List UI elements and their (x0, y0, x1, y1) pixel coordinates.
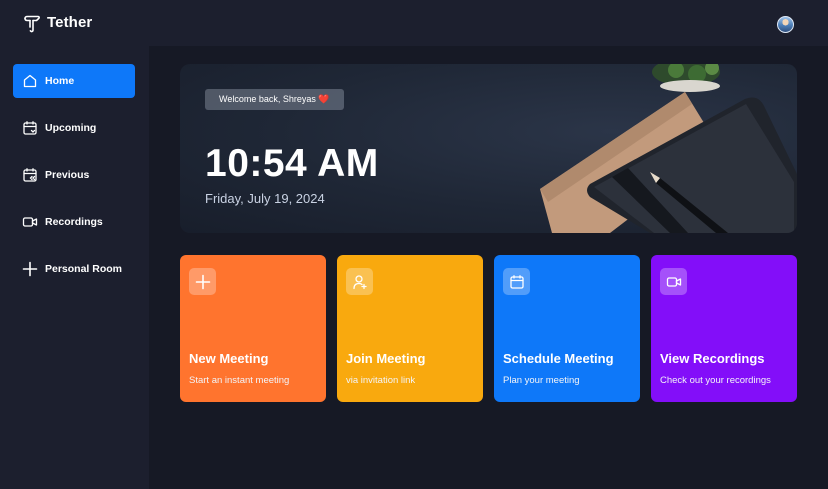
sidebar-item-label: Home (45, 75, 75, 87)
card-title: New Meeting (189, 351, 269, 366)
sidebar: Home Upcoming Previous Recordings Person… (0, 46, 149, 489)
sidebar-item-label: Personal Room (45, 263, 123, 275)
sidebar-item-label: Previous (45, 169, 90, 181)
tether-logo-icon[interactable] (22, 14, 42, 34)
add-user-icon (346, 268, 373, 295)
card-subtitle: Start an instant meeting (189, 375, 290, 386)
hero-banner: Welcome back, Shreyas ❤️ 10:54 AM Friday… (180, 64, 797, 233)
sidebar-item-recordings[interactable]: Recordings (13, 205, 135, 239)
video-icon (660, 268, 687, 295)
plus-icon (189, 268, 216, 295)
card-title: Join Meeting (346, 351, 426, 366)
card-subtitle: via invitation link (346, 375, 416, 386)
calendar-icon (503, 268, 530, 295)
card-subtitle: Plan your meeting (503, 375, 580, 386)
sidebar-item-previous[interactable]: Previous (13, 158, 135, 192)
schedule-meeting-card[interactable]: Schedule Meeting Plan your meeting (494, 255, 640, 402)
app-root: Tether Home Upcoming Previous Recordings… (0, 0, 828, 489)
card-subtitle: Check out your recordings (660, 375, 771, 386)
view-recordings-card[interactable]: View Recordings Check out your recording… (651, 255, 797, 402)
card-title: Schedule Meeting (503, 351, 614, 366)
new-meeting-card[interactable]: New Meeting Start an instant meeting (180, 255, 326, 402)
join-meeting-card[interactable]: Join Meeting via invitation link (337, 255, 483, 402)
current-date: Friday, July 19, 2024 (205, 191, 325, 206)
sidebar-item-home[interactable]: Home (13, 64, 135, 98)
home-icon (22, 73, 38, 89)
calendar-previous-icon (22, 167, 38, 183)
welcome-badge: Welcome back, Shreyas ❤️ (205, 89, 344, 110)
top-navbar: Tether (0, 0, 828, 46)
current-time: 10:54 AM (205, 142, 379, 185)
card-title: View Recordings (660, 351, 765, 366)
brand-name[interactable]: Tether (47, 14, 92, 31)
plus-icon (22, 261, 38, 277)
sidebar-item-personal-room[interactable]: Personal Room (13, 252, 135, 286)
video-icon (22, 214, 38, 230)
calendar-upcoming-icon (22, 120, 38, 136)
sidebar-item-label: Recordings (45, 216, 103, 228)
sidebar-item-label: Upcoming (45, 122, 97, 134)
user-avatar[interactable] (777, 16, 794, 33)
sidebar-item-upcoming[interactable]: Upcoming (13, 111, 135, 145)
